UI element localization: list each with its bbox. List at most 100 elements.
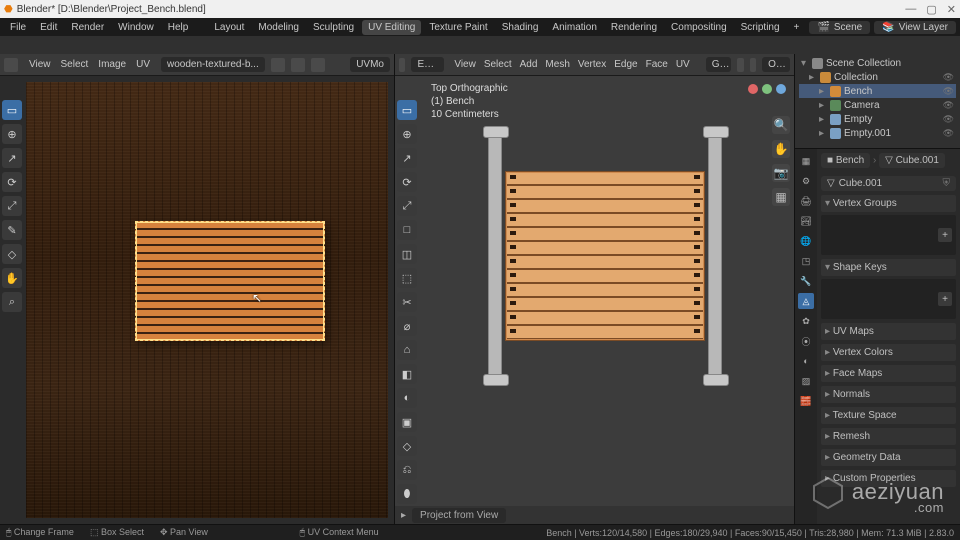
3d-tool-9[interactable]: ⌀ xyxy=(397,316,417,336)
outliner-item-bench[interactable]: ▸Bench👁 xyxy=(799,84,956,98)
editor-type-uv-icon[interactable] xyxy=(4,58,18,72)
workspace-tab-compositing[interactable]: Compositing xyxy=(665,20,733,35)
section-normals[interactable]: Normals xyxy=(821,386,956,403)
3d-tool-7[interactable]: ⬚ xyxy=(397,268,417,288)
uv-menu-image[interactable]: Image xyxy=(93,59,131,70)
3d-menu-view[interactable]: View xyxy=(450,59,480,70)
prop-tab-4[interactable]: 🌐 xyxy=(798,233,814,249)
prop-tab-1[interactable]: ⚙ xyxy=(798,173,814,189)
3d-menu-select[interactable]: Select xyxy=(480,59,516,70)
3d-tool-14[interactable]: ◇ xyxy=(397,436,417,456)
3d-menu-mesh[interactable]: Mesh xyxy=(541,59,573,70)
prop-tab-7[interactable]: ◬ xyxy=(798,293,814,309)
3d-tool-12[interactable]: ◐ xyxy=(397,388,417,408)
uv-tool-1[interactable]: ⊕ xyxy=(2,124,22,144)
visibility-toggle[interactable]: 👁 xyxy=(943,114,954,125)
proportional-toggle[interactable] xyxy=(750,58,756,72)
menu-help[interactable]: Help xyxy=(162,20,195,35)
uv-tool-8[interactable]: ⌕ xyxy=(2,292,22,312)
fake-user-toggle[interactable]: ⛨ xyxy=(943,178,951,189)
section-custom-properties[interactable]: Custom Properties xyxy=(821,470,956,487)
outliner-item-collection[interactable]: ▸Collection👁 xyxy=(799,70,956,84)
move-view-icon[interactable]: ✋ xyxy=(772,140,790,158)
3d-tool-15[interactable]: ⎌ xyxy=(397,460,417,480)
3d-menu-add[interactable]: Add xyxy=(516,59,542,70)
uv-tool-6[interactable]: ◇ xyxy=(2,244,22,264)
menu-render[interactable]: Render xyxy=(65,20,110,35)
zoom-icon[interactable]: 🔍 xyxy=(772,116,790,134)
visibility-toggle[interactable]: 👁 xyxy=(943,86,954,97)
3d-tool-5[interactable]: □ xyxy=(397,220,417,240)
section-texture-space[interactable]: Texture Space xyxy=(821,407,956,424)
new-image-button[interactable] xyxy=(271,58,285,72)
prop-tab-6[interactable]: 🔧 xyxy=(798,273,814,289)
outliner-item-empty[interactable]: ▸Empty👁 xyxy=(799,112,956,126)
section-geometry-data[interactable]: Geometry Data xyxy=(821,449,956,466)
section-face-maps[interactable]: Face Maps xyxy=(821,365,956,382)
breadcrumb-mesh[interactable]: ▽ Cube.001 xyxy=(879,153,945,168)
3d-tool-10[interactable]: ⌂ xyxy=(397,340,417,360)
visibility-toggle[interactable]: 👁 xyxy=(943,100,954,111)
uv-tool-2[interactable]: ↗ xyxy=(2,148,22,168)
section-vertex-groups[interactable]: Vertex Groups xyxy=(821,195,956,212)
uv-menu-select[interactable]: Select xyxy=(56,59,94,70)
3d-tool-6[interactable]: ◫ xyxy=(397,244,417,264)
3d-tool-3[interactable]: ⟳ xyxy=(397,172,417,192)
bench-object[interactable] xyxy=(490,141,720,371)
add-button[interactable]: + xyxy=(938,292,952,306)
3d-menu-edge[interactable]: Edge xyxy=(610,59,641,70)
uv-tool-3[interactable]: ⟳ xyxy=(2,172,22,192)
prop-tab-11[interactable]: ▨ xyxy=(798,373,814,389)
breadcrumb-object[interactable]: ■ Bench xyxy=(821,153,870,168)
nav-gizmo[interactable] xyxy=(748,84,786,94)
workspace-tab-texture-paint[interactable]: Texture Paint xyxy=(423,20,493,35)
orientation-dropdown[interactable]: Global xyxy=(706,57,731,72)
outliner-item-camera[interactable]: ▸Camera👁 xyxy=(799,98,956,112)
axis-z-icon[interactable] xyxy=(776,84,786,94)
window-close-button[interactable]: ✕ xyxy=(947,3,956,16)
axis-x-icon[interactable] xyxy=(748,84,758,94)
snap-toggle[interactable] xyxy=(737,58,743,72)
prop-tab-9[interactable]: ⦿ xyxy=(798,333,814,349)
menu-file[interactable]: File xyxy=(4,20,32,35)
uv-face-selection[interactable] xyxy=(135,221,325,341)
prop-tab-3[interactable]: 🏞 xyxy=(798,213,814,229)
open-image-button[interactable] xyxy=(291,58,305,72)
3d-tool-0[interactable]: ▭ xyxy=(397,100,417,120)
3d-tool-16[interactable]: ⬮ xyxy=(397,484,417,504)
workspace-tab-layout[interactable]: Layout xyxy=(208,20,250,35)
3d-menu-uv[interactable]: UV xyxy=(672,59,694,70)
prop-tab-12[interactable]: 🧱 xyxy=(798,393,814,409)
workspace-tab-rendering[interactable]: Rendering xyxy=(605,20,663,35)
add-button[interactable]: + xyxy=(938,228,952,242)
3d-tool-8[interactable]: ✂ xyxy=(397,292,417,312)
menu-window[interactable]: Window xyxy=(112,20,160,35)
workspace-tab--[interactable]: + xyxy=(788,20,806,35)
options-dropdown[interactable]: Options xyxy=(762,57,790,72)
uv-tool-0[interactable]: ▭ xyxy=(2,100,22,120)
section-remesh[interactable]: Remesh xyxy=(821,428,956,445)
last-operator-panel[interactable]: Project from View xyxy=(412,508,506,523)
3d-tool-4[interactable]: ⤢ xyxy=(397,196,417,216)
visibility-toggle[interactable]: 👁 xyxy=(943,72,954,83)
unlink-image-button[interactable] xyxy=(311,58,325,72)
uv-menu-view[interactable]: View xyxy=(24,59,56,70)
3d-tool-13[interactable]: ▣ xyxy=(397,412,417,432)
workspace-tab-sculpting[interactable]: Sculpting xyxy=(307,20,360,35)
uv-menu-uv[interactable]: UV xyxy=(131,59,155,70)
outliner[interactable]: ▾Scene Collection ▸Collection👁▸Bench👁▸Ca… xyxy=(795,54,960,149)
prop-tab-8[interactable]: ✿ xyxy=(798,313,814,329)
image-selector[interactable]: wooden-textured-b... xyxy=(161,57,265,72)
workspace-tab-shading[interactable]: Shading xyxy=(496,20,545,35)
outliner-item-empty-001[interactable]: ▸Empty.001👁 xyxy=(799,126,956,140)
section-uv-maps[interactable]: UV Maps xyxy=(821,323,956,340)
uv-mode-dropdown[interactable]: UVMo xyxy=(350,57,390,72)
window-min-button[interactable]: — xyxy=(905,3,916,16)
3d-tool-1[interactable]: ⊕ xyxy=(397,124,417,144)
workspace-tab-uv-editing[interactable]: UV Editing xyxy=(362,20,421,35)
persp-toggle-icon[interactable]: ▦ xyxy=(772,188,790,206)
workspace-tab-scripting[interactable]: Scripting xyxy=(735,20,786,35)
section-vertex-colors[interactable]: Vertex Colors xyxy=(821,344,956,361)
uv-tool-5[interactable]: ✎ xyxy=(2,220,22,240)
prop-tab-2[interactable]: 🖨 xyxy=(798,193,814,209)
